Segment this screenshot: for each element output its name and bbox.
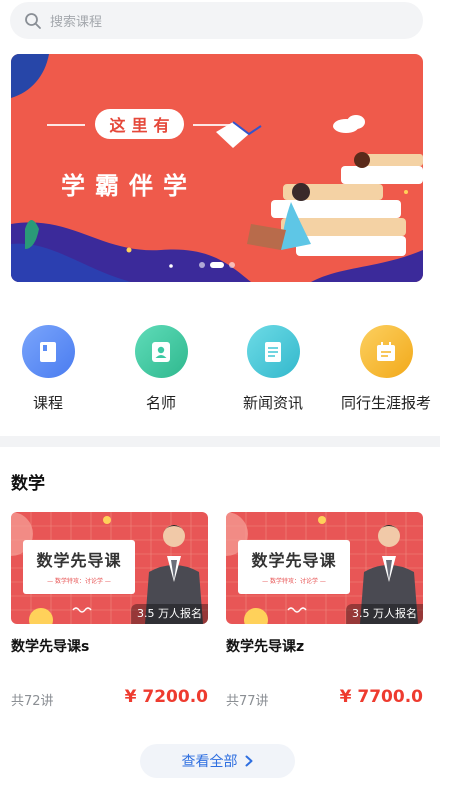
- nav-label: 同行生涯报考: [340, 394, 431, 412]
- badge-line-right: [193, 124, 231, 126]
- category-nav: 课程 名师 新闻资讯 同行生涯报考: [0, 325, 450, 420]
- calendar-icon: [359, 325, 413, 378]
- course-name[interactable]: 数学先导课s: [11, 636, 208, 656]
- thumbnail-title: 数学先导课: [36, 551, 122, 570]
- carousel-dot[interactable]: [199, 262, 205, 268]
- view-all-button[interactable]: 查看全部: [140, 744, 295, 778]
- section-title: 数学: [11, 474, 45, 494]
- book-icon: [21, 325, 75, 378]
- nav-item-courses[interactable]: 课程: [0, 325, 98, 413]
- badge-line-left: [47, 124, 85, 126]
- carousel-indicator[interactable]: [11, 262, 423, 268]
- promo-banner[interactable]: 这里有 学霸伴学: [11, 54, 423, 282]
- enrolled-badge: 3.5 万人报名: [131, 604, 208, 624]
- search-placeholder: 搜索课程: [50, 15, 103, 30]
- course-price: ¥ 7200.0: [124, 687, 208, 707]
- lesson-count: 共72讲: [11, 694, 54, 709]
- nav-label: 名师: [145, 394, 176, 412]
- nav-item-career[interactable]: 同行生涯报考: [336, 325, 436, 413]
- course-card[interactable]: 数学先导课 — 数学特攻：讨论学 — 3.5 万人报名 数学先导课z 共77讲 …: [226, 512, 423, 709]
- course-thumbnail[interactable]: 数学先导课 — 数学特攻：讨论学 — 3.5 万人报名: [11, 512, 208, 624]
- thumbnail-title-box: 数学先导课 — 数学特攻：讨论学 —: [23, 540, 135, 594]
- teacher-icon: [134, 325, 188, 378]
- lesson-count: 共77讲: [226, 694, 269, 709]
- chevron-right-icon: [245, 755, 252, 767]
- nav-label: 新闻资讯: [242, 394, 303, 412]
- section-divider: [0, 436, 440, 447]
- banner-headline: 学霸伴学: [61, 172, 197, 200]
- search-input[interactable]: 搜索课程: [10, 2, 423, 39]
- thumbnail-title: 数学先导课: [251, 551, 337, 570]
- search-icon: [25, 12, 41, 29]
- banner-badge: 这里有: [95, 109, 184, 139]
- thumbnail-subtitle: — 数学特攻：讨论学 —: [262, 578, 326, 585]
- nav-item-news[interactable]: 新闻资讯: [223, 325, 323, 413]
- view-all-label: 查看全部: [181, 754, 238, 770]
- nav-label: 课程: [32, 394, 63, 412]
- course-thumbnail[interactable]: 数学先导课 — 数学特攻：讨论学 — 3.5 万人报名: [226, 512, 423, 624]
- course-card[interactable]: 数学先导课 — 数学特攻：讨论学 — 3.5 万人报名 数学先导课s 共72讲 …: [11, 512, 208, 709]
- thumbnail-title-box: 数学先导课 — 数学特攻：讨论学 —: [238, 540, 350, 594]
- carousel-dot[interactable]: [229, 262, 235, 268]
- enrolled-badge: 3.5 万人报名: [346, 604, 423, 624]
- course-price: ¥ 7700.0: [339, 687, 423, 707]
- carousel-dot-active[interactable]: [210, 262, 224, 268]
- news-icon: [246, 325, 300, 378]
- course-name[interactable]: 数学先导课z: [226, 636, 423, 656]
- thumbnail-subtitle: — 数学特攻：讨论学 —: [47, 578, 111, 585]
- nav-item-teachers[interactable]: 名师: [111, 325, 211, 413]
